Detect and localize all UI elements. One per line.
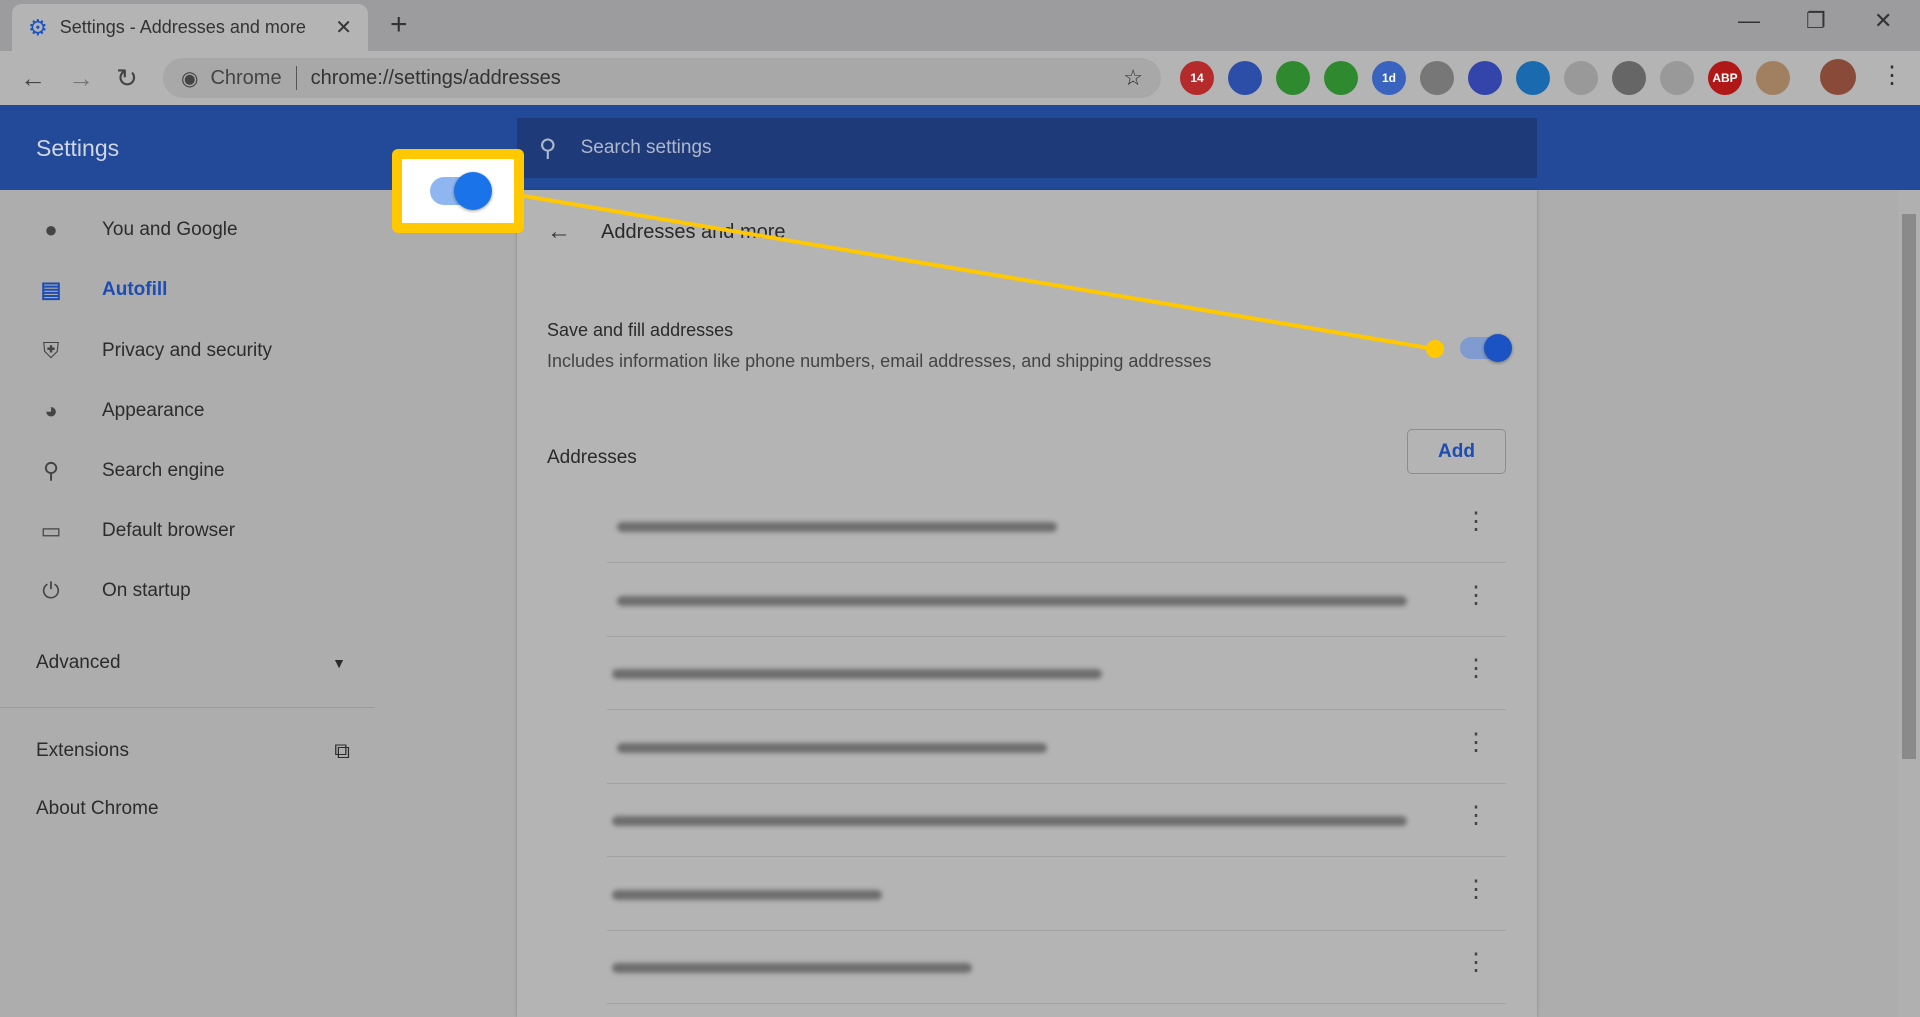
toggle-zoomed <box>430 172 492 210</box>
callout-box <box>392 149 524 233</box>
toggle-knob <box>454 172 492 210</box>
callout-dot <box>1426 340 1444 358</box>
callout-line <box>523 194 1436 351</box>
annotation-overlay <box>523 194 1444 358</box>
